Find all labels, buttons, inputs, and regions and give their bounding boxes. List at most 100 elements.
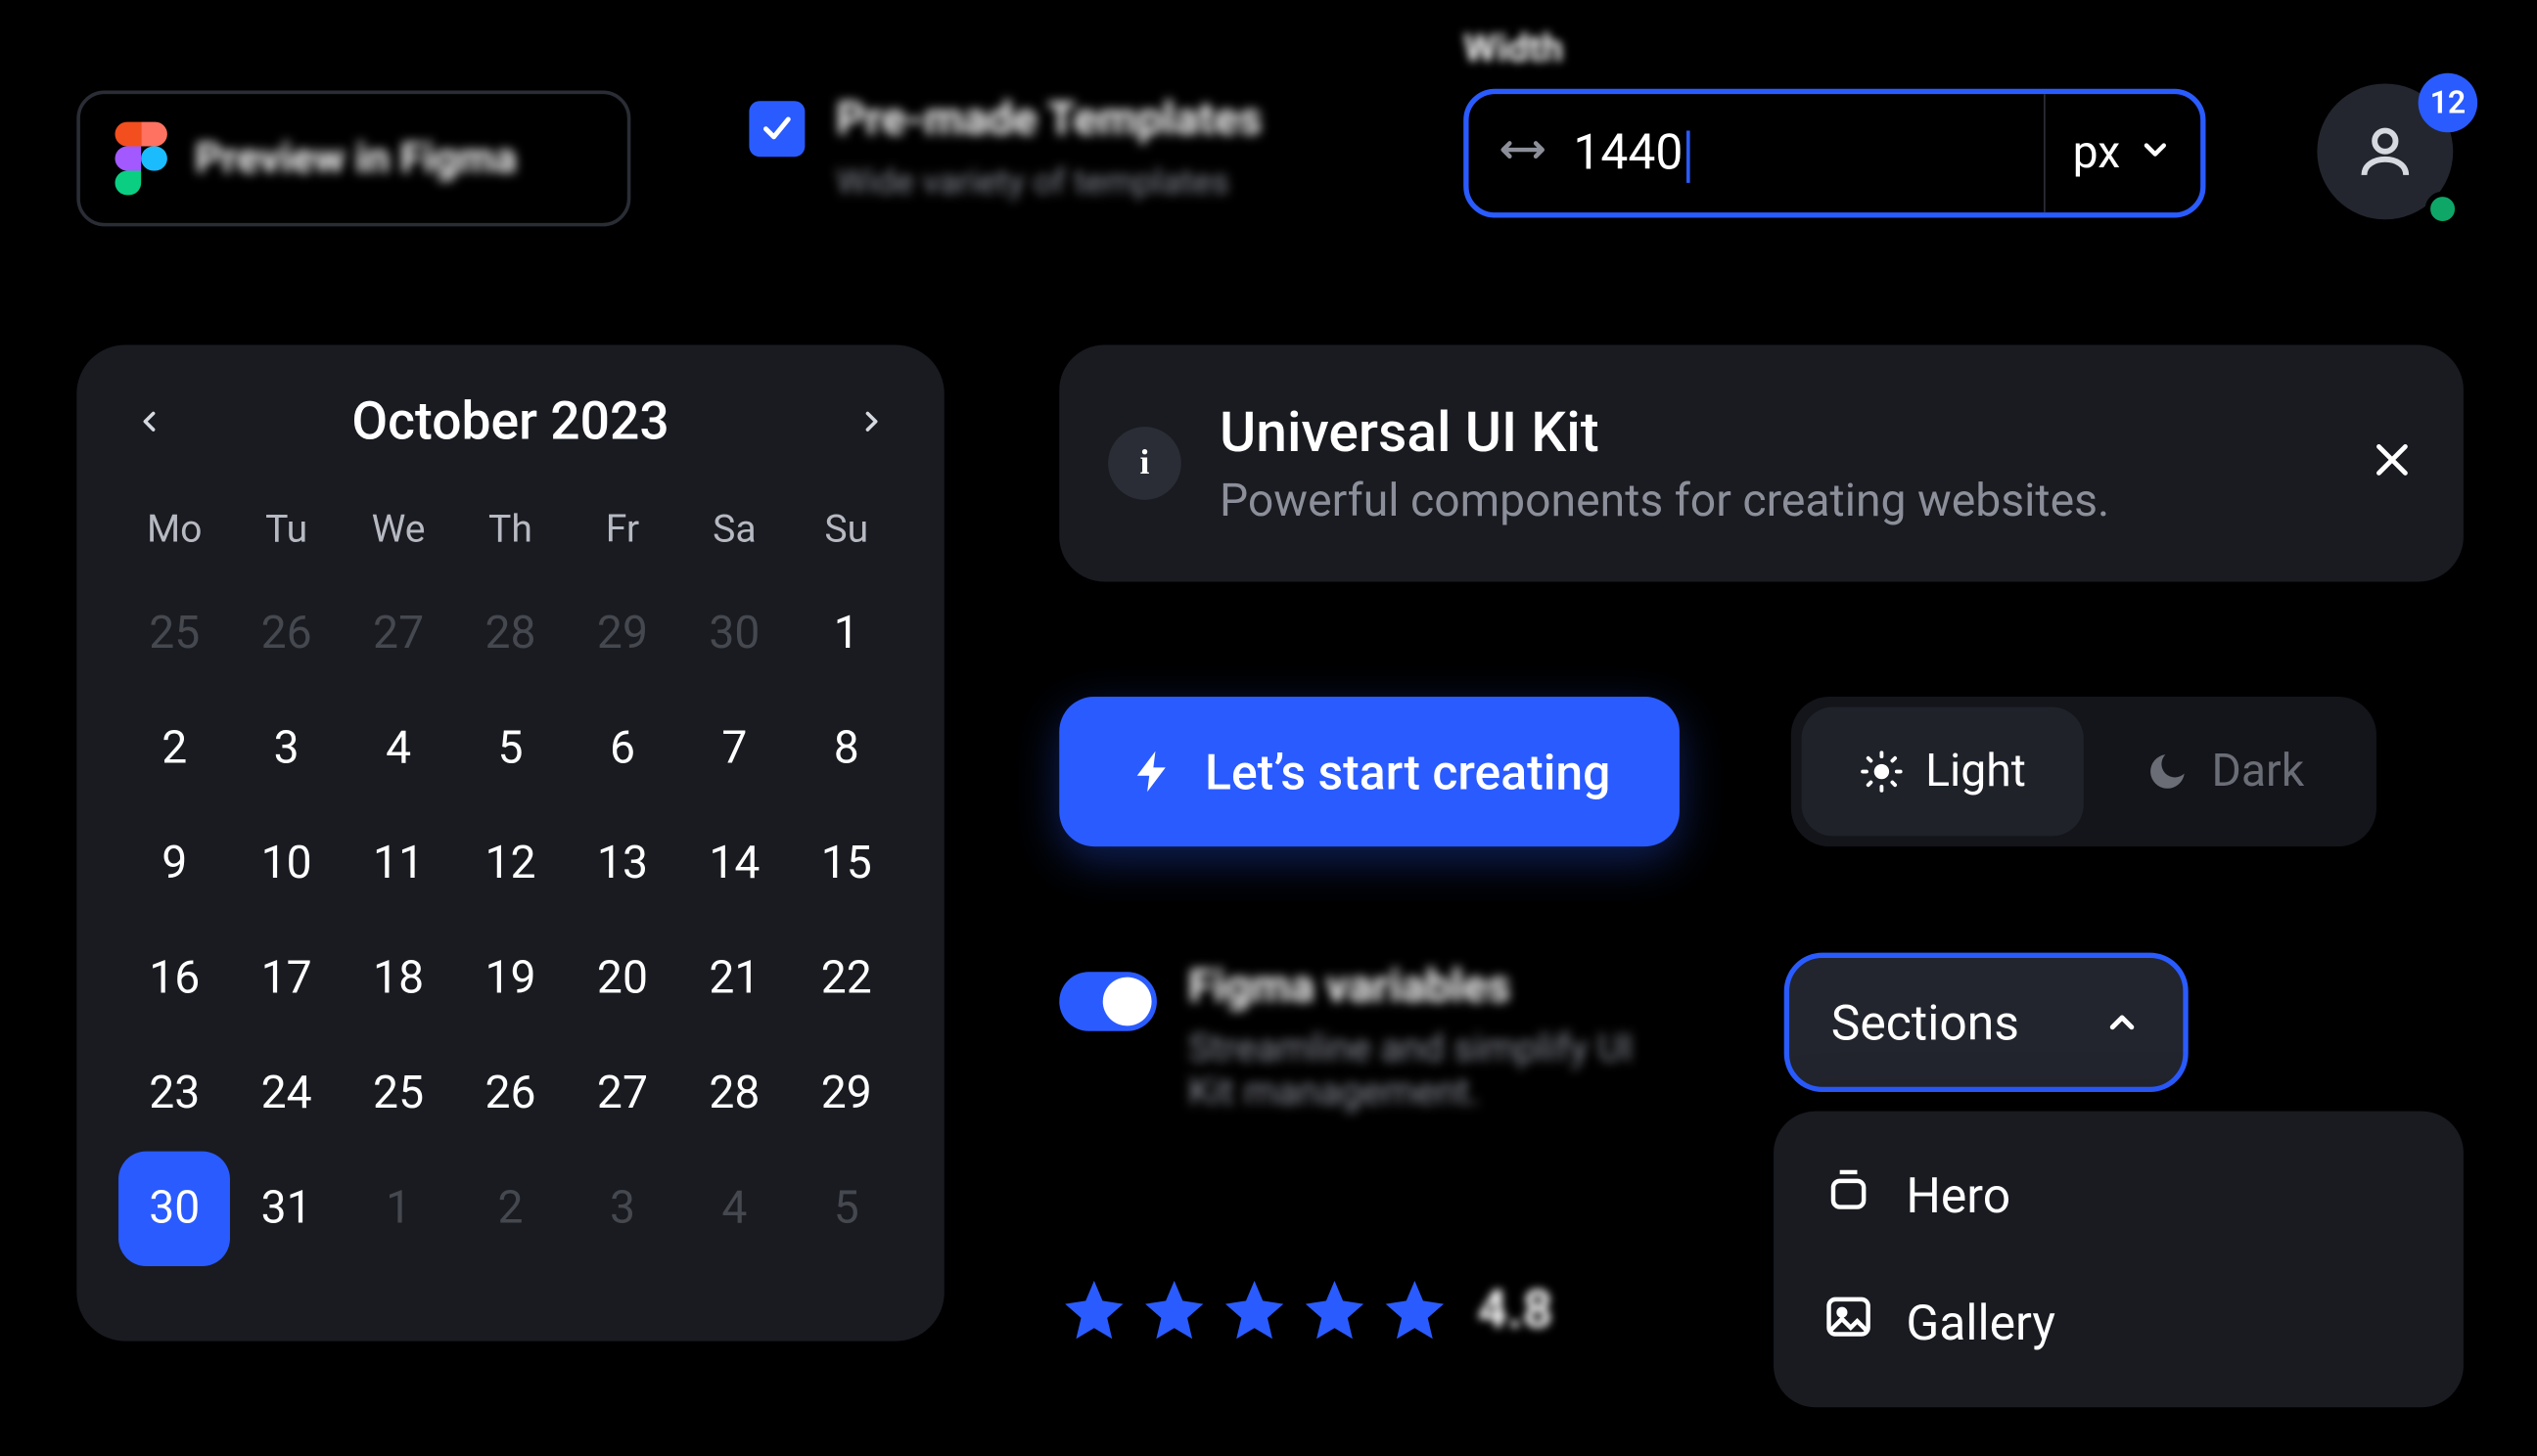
calendar-day[interactable]: 15 [791,806,902,921]
calendar-day[interactable]: 13 [567,806,678,921]
start-creating-button[interactable]: Let’s start creating [1059,697,1680,846]
info-icon: i [1108,427,1181,500]
calendar-day[interactable]: 3 [230,692,342,806]
width-unit-select[interactable]: px [2043,94,2172,212]
star-icon [1139,1275,1209,1344]
calendar-day[interactable]: 23 [118,1036,230,1151]
calendar-day[interactable]: 29 [567,576,678,691]
calendar-prev-button[interactable] [118,390,181,453]
sections-label: Sections [1831,993,2019,1051]
preview-in-figma-label: Preview in Figma [195,134,516,183]
calendar-day[interactable]: 27 [567,1036,678,1151]
calendar-day[interactable]: 8 [791,692,902,806]
star-icon [1059,1275,1129,1344]
cta-label: Let’s start creating [1205,743,1610,800]
calendar-day[interactable]: 5 [454,692,566,806]
width-value: 1440 [1573,124,2018,183]
calendar-day[interactable]: 24 [230,1036,342,1151]
theme-dark-option[interactable]: Dark [2084,707,2366,837]
calendar-day[interactable]: 20 [567,922,678,1036]
bolt-icon [1129,748,1177,796]
calendar-day[interactable]: 16 [118,922,230,1036]
star-icon [1220,1275,1289,1344]
calendar-day[interactable]: 1 [791,576,902,691]
info-banner-close-button[interactable] [2370,437,2415,489]
calendar-day[interactable]: 21 [678,922,790,1036]
calendar-day[interactable]: 26 [230,576,342,691]
calendar-day[interactable]: 31 [230,1152,342,1266]
calendar-day[interactable]: 4 [678,1152,790,1266]
menu-item-label: Gallery [1906,1295,2055,1352]
checkbox-subtitle: Wide variety of templates [836,160,1262,203]
sections-menu-item-gallery[interactable]: Gallery [1774,1259,2464,1387]
feature-subtitle: Streamline and simplify UI Kit managemen… [1188,1027,1641,1115]
calendar-next-button[interactable] [840,390,902,453]
sun-icon [1859,749,1904,794]
notification-badge: 12 [2419,73,2478,133]
calendar-day[interactable]: 30 [118,1152,230,1266]
width-label: Width [1463,27,2205,70]
calendar-day[interactable]: 22 [791,922,902,1036]
check-icon [758,110,796,148]
chevron-left-icon [136,408,163,435]
user-avatar[interactable]: 12 [2317,83,2467,233]
online-status-dot [2425,192,2461,227]
calendar-day[interactable]: 27 [343,576,454,691]
calendar-weekday: Sa [678,484,790,576]
calendar-weekday: Fr [567,484,678,576]
sections-dropdown-button[interactable]: Sections [1784,953,2189,1092]
calendar-day[interactable]: 29 [791,1036,902,1151]
sections-menu: Hero Gallery [1774,1112,2464,1408]
width-unit-label: px [2073,127,2121,179]
calendar-day[interactable]: 10 [230,806,342,921]
calendar-weekday: We [343,484,454,576]
calendar-day[interactable]: 28 [454,576,566,691]
chevron-down-icon [2138,132,2173,174]
calendar-day[interactable]: 2 [118,692,230,806]
preview-in-figma-button[interactable]: Preview in Figma [76,91,630,227]
checkbox-title: Pre-made Templates [836,94,1262,146]
calendar-day[interactable]: 5 [791,1152,902,1266]
calendar-day[interactable]: 12 [454,806,566,921]
star-icon [1300,1275,1369,1344]
theme-switch: Light Dark [1791,697,2376,846]
calendar-day[interactable]: 2 [454,1152,566,1266]
rating: 4.8 [1059,1275,1552,1344]
calendar-day[interactable]: 25 [118,576,230,691]
calendar-weekday: Tu [230,484,342,576]
premade-templates-checkbox[interactable] [749,101,805,157]
calendar-weekday: Su [791,484,902,576]
calendar-day[interactable]: 11 [343,806,454,921]
calendar-day[interactable]: 19 [454,922,566,1036]
sections-menu-item-hero[interactable]: Hero [1774,1132,2464,1259]
calendar-day[interactable]: 18 [343,922,454,1036]
theme-light-option[interactable]: Light [1802,707,2084,837]
calendar: October 2023 MoTuWeThFrSaSu2526272829301… [76,344,944,1341]
calendar-day[interactable]: 17 [230,922,342,1036]
star-icon [1380,1275,1450,1344]
calendar-day[interactable]: 1 [343,1152,454,1266]
gallery-icon [1822,1291,1874,1355]
figma-variables-toggle[interactable] [1059,972,1157,1031]
calendar-day[interactable]: 28 [678,1036,790,1151]
calendar-day[interactable]: 14 [678,806,790,921]
calendar-day[interactable]: 4 [343,692,454,806]
calendar-day[interactable]: 3 [567,1152,678,1266]
chevron-right-icon [857,408,885,435]
calendar-day[interactable]: 26 [454,1036,566,1151]
info-banner-subtitle: Powerful components for creating website… [1220,476,2109,527]
calendar-day[interactable]: 6 [567,692,678,806]
calendar-day[interactable]: 7 [678,692,790,806]
calendar-weekday: Mo [118,484,230,576]
calendar-day[interactable]: 9 [118,806,230,921]
calendar-day[interactable]: 30 [678,576,790,691]
calendar-day[interactable]: 25 [343,1036,454,1151]
figma-logo-icon [115,122,166,196]
menu-item-label: Hero [1906,1167,2010,1225]
info-banner-title: Universal UI Kit [1220,399,2109,466]
theme-light-label: Light [1925,746,2026,797]
moon-icon [2145,749,2191,794]
width-input[interactable]: 1440 px [1463,89,2205,218]
calendar-title: October 2023 [351,391,669,452]
close-icon [2370,437,2415,482]
